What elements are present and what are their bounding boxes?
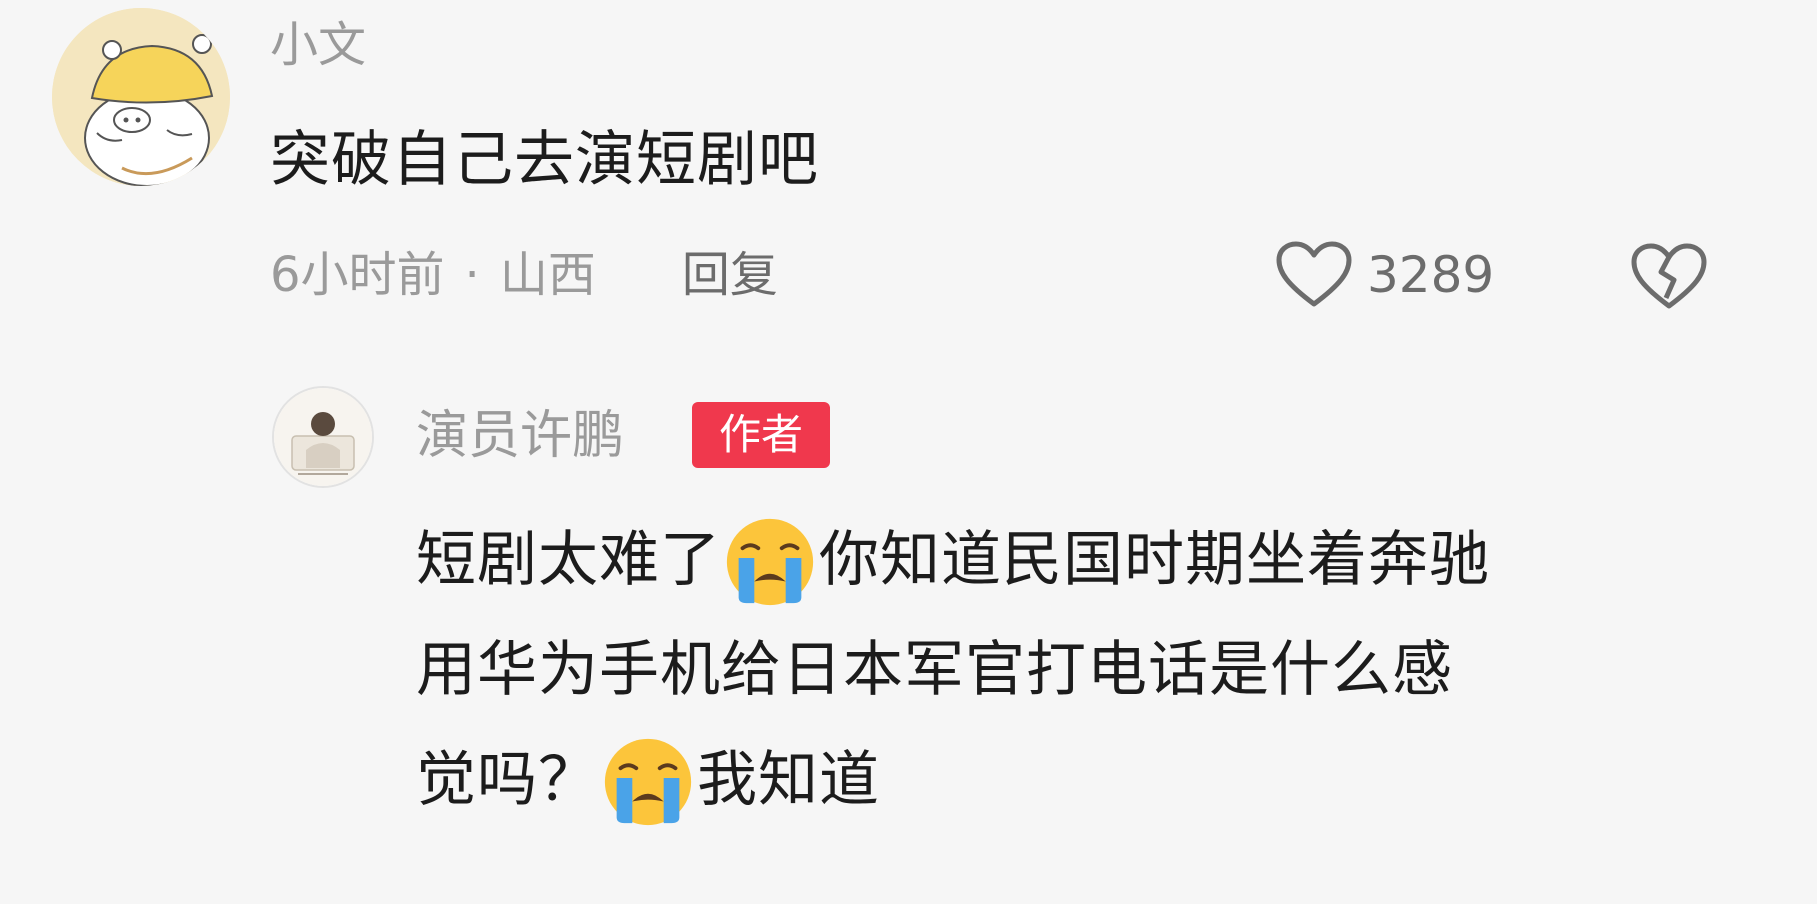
reply-line-3: 觉吗？ 我知道 <box>416 725 1746 835</box>
avatar-photo-icon <box>274 388 372 486</box>
reply-line-1: 短剧太难了 你知道民国时期坐着奔驰 <box>416 505 1746 615</box>
like-button[interactable]: 3289 <box>1275 236 1494 314</box>
comment-text: 突破自己去演短剧吧 <box>270 125 819 195</box>
reply-text: 短剧太难了 你知道民国时期坐着奔驰 用华为手机给日本军官打电话是什么感 觉吗？ <box>416 505 1746 835</box>
comment-time: 6小时前 <box>270 247 445 303</box>
crying-face-emoji-icon <box>604 738 692 826</box>
comment-location: 山西 <box>499 247 596 303</box>
author-badge: 作者 <box>692 402 830 468</box>
like-count: 3289 <box>1367 246 1495 304</box>
cutoff-row <box>416 880 1817 904</box>
broken-heart-icon <box>1631 243 1707 309</box>
reply-text-part: 你知道民国时期坐着奔驰 <box>819 525 1490 595</box>
reply-text-part: 用华为手机给日本军官打电话是什么感 <box>416 635 1453 705</box>
reply-username[interactable]: 演员许鹏 <box>416 398 624 474</box>
reply-line-2: 用华为手机给日本军官打电话是什么感 <box>416 615 1746 725</box>
reply-button[interactable]: 回复 <box>682 240 778 310</box>
crying-face-emoji-icon <box>726 518 814 606</box>
heart-icon <box>1276 241 1352 307</box>
reply-text-part: 觉吗？ <box>416 745 599 815</box>
comment-meta: 6小时前 · 山西 回复 <box>270 240 778 310</box>
reply-text-part: 短剧太难了 <box>416 525 721 595</box>
meta-separator: · <box>464 247 480 303</box>
avatar-cartoon-icon <box>52 8 230 186</box>
comment-username[interactable]: 小文 <box>270 10 366 80</box>
avatar[interactable] <box>52 8 230 186</box>
dislike-button[interactable] <box>1630 236 1708 314</box>
reply-text-part: 我知道 <box>697 745 880 815</box>
comment-thread: 小文 突破自己去演短剧吧 6小时前 · 山西 回复 3289 演员许鹏 作者 短… <box>0 0 1817 904</box>
reply-avatar[interactable] <box>272 386 374 488</box>
